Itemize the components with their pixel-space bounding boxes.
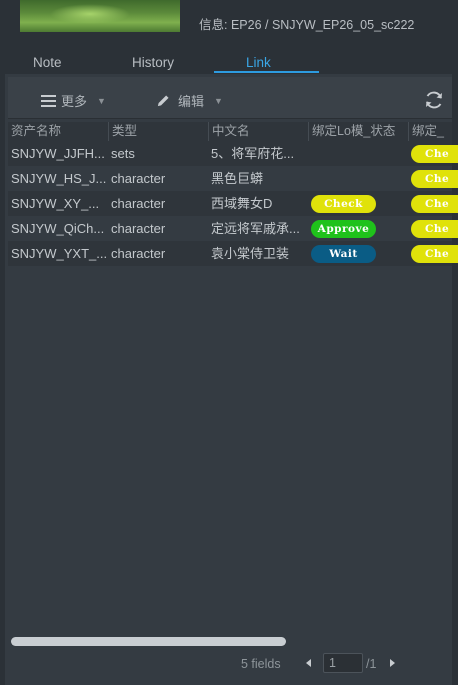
column-header-cn-name[interactable]: 中文名 <box>208 122 308 141</box>
cell-name: SNJYW_XY_... <box>11 196 100 211</box>
lo-status-badge[interactable]: Approve <box>311 220 376 238</box>
table-row[interactable]: SNJYW_YXT_... character 袁小棠侍卫装 Wait Che <box>8 241 458 266</box>
toolbar: 更多 ▼ 编辑 ▼ <box>8 77 452 119</box>
cell-name: SNJYW_JJFH... <box>11 146 105 161</box>
link-panel: 信息: EP26 / SNJYW_EP26_05_sc222 Note Hist… <box>0 0 458 685</box>
table-row[interactable]: SNJYW_JJFH... sets 5、将军府花... Che <box>8 141 458 166</box>
refresh-icon[interactable] <box>423 89 445 111</box>
asset-thumbnail <box>20 0 180 32</box>
bind-status-badge[interactable]: Che <box>411 145 458 163</box>
tab-bar: Note History Link <box>0 52 458 74</box>
shot-info-text: 信息: EP26 / SNJYW_EP26_05_sc222 <box>199 18 415 32</box>
table-row[interactable]: SNJYW_HS_J... character 黑色巨蟒 Che <box>8 166 458 191</box>
pencil-icon <box>157 95 169 107</box>
pager: 5 fields /1 <box>5 652 452 674</box>
table-row[interactable]: SNJYW_XY_... character 西域舞女D Check Che <box>8 191 458 216</box>
more-button[interactable]: 更多 ▼ <box>41 91 106 110</box>
cell-name: SNJYW_QiCh... <box>11 221 105 236</box>
cell-type: character <box>111 171 166 186</box>
cell-type: sets <box>111 146 135 161</box>
table-row[interactable]: SNJYW_QiCh... character 定远将军戚承... Approve Ch… <box>8 216 458 241</box>
column-header-asset-name[interactable]: 资产名称 <box>8 122 108 141</box>
column-header-lo-status[interactable]: 绑定Lo模_状态 <box>308 122 408 141</box>
bind-status-badge[interactable]: Che <box>411 220 458 238</box>
next-page-icon[interactable] <box>390 659 395 667</box>
horizontal-scrollbar[interactable] <box>8 636 452 646</box>
table-body: SNJYW_JJFH... sets 5、将军府花... Che SNJYW_HS_J.… <box>8 141 458 266</box>
edit-label: 编辑 <box>178 94 205 109</box>
cell-name: SNJYW_HS_J... <box>11 171 107 186</box>
lo-status-badge[interactable]: Check <box>311 195 376 213</box>
prev-page-icon[interactable] <box>306 659 311 667</box>
bind-status-badge[interactable]: Che <box>411 195 458 213</box>
chevron-down-icon: ▼ <box>97 95 106 106</box>
asset-table: 资产名称 类型 中文名 绑定Lo模_状态 绑定_ SNJYW_JJFH... se… <box>8 122 458 266</box>
field-count: 5 fields <box>241 657 281 671</box>
link-content: 更多 ▼ 编辑 ▼ 资产名称 类型 中文名 绑定Lo模_状态 绑定_ SNJYW… <box>5 74 458 685</box>
cell-cn: 5、将军府花... <box>211 146 295 161</box>
more-label: 更多 <box>61 94 88 109</box>
column-header-bind-status[interactable]: 绑定_ <box>408 122 452 141</box>
cell-type: character <box>111 221 166 236</box>
page-total: /1 <box>366 657 377 671</box>
cell-cn: 西域舞女D <box>211 196 273 211</box>
menu-icon <box>41 94 56 107</box>
table-header: 资产名称 类型 中文名 绑定Lo模_状态 绑定_ <box>8 122 452 141</box>
cell-type: character <box>111 196 166 211</box>
tab-link[interactable]: Link <box>246 55 271 70</box>
tab-history[interactable]: History <box>132 55 174 70</box>
tab-note[interactable]: Note <box>33 55 62 70</box>
active-tab-indicator <box>214 71 319 73</box>
chevron-down-icon: ▼ <box>214 95 223 106</box>
bind-status-badge[interactable]: Che <box>411 245 458 263</box>
column-header-type[interactable]: 类型 <box>108 122 208 141</box>
cell-type: character <box>111 246 166 261</box>
bind-status-badge[interactable]: Che <box>411 170 458 188</box>
page-input[interactable] <box>323 653 363 673</box>
cell-name: SNJYW_YXT_... <box>11 246 108 261</box>
cell-cn: 袁小棠侍卫装 <box>211 246 290 261</box>
cell-cn: 黑色巨蟒 <box>211 171 264 186</box>
edit-button[interactable]: 编辑 ▼ <box>156 91 223 110</box>
cell-cn: 定远将军戚承... <box>211 221 300 236</box>
scrollbar-thumb[interactable] <box>11 637 286 646</box>
lo-status-badge[interactable]: Wait <box>311 245 376 263</box>
